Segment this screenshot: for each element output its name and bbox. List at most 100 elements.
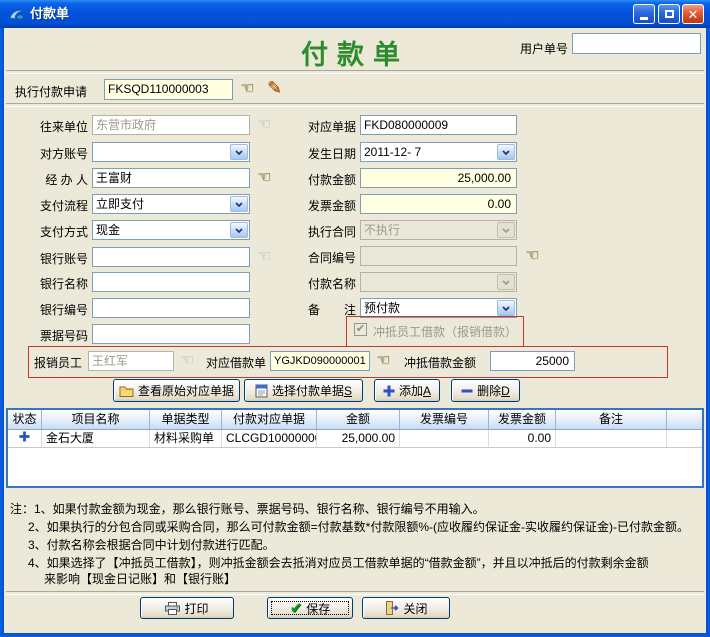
execute-contract-label: 执行合同 [280, 223, 356, 240]
detail-table: 状态 项目名称 单据类型 付款对应单据 金额 发票编号 发票金额 备注 金石大厦… [6, 408, 704, 488]
combo-value: 不执行 [361, 221, 496, 239]
combo-value: 2011-12- 7 [361, 143, 496, 161]
occur-date-combo[interactable]: 2011-12- 7 [360, 142, 517, 162]
occur-date-label: 发生日期 [280, 145, 356, 162]
folder-icon [119, 385, 134, 397]
payment-flow-label: 支付流程 [10, 197, 88, 214]
counterparty-account-label: 对方账号 [10, 145, 88, 162]
chevron-down-icon[interactable] [497, 144, 515, 160]
offset-amount-field[interactable]: 25000 [490, 351, 575, 371]
apply-value: FKSQD110000003 [108, 82, 209, 96]
row-filler-cell [667, 430, 702, 447]
window-border-right [706, 28, 710, 637]
hand-picker-icon[interactable]: ☜ [257, 170, 271, 186]
hand-picker-icon: ☜ [257, 117, 271, 133]
related-doc-label: 对应单据 [280, 118, 356, 135]
maximize-button[interactable] [658, 4, 680, 24]
check-icon: ✔ [356, 323, 365, 335]
add-label: 添加A [399, 382, 431, 399]
col-header-invoice-amount[interactable]: 发票金额 [489, 410, 556, 429]
bank-account-field[interactable] [92, 247, 250, 267]
close-button[interactable]: ✕ [682, 4, 704, 24]
related-doc-field[interactable]: FKD080000009 [360, 115, 517, 135]
view-original-doc-label: 查看原始对应单据 [138, 382, 234, 399]
col-header-amount[interactable]: 金额 [317, 410, 400, 429]
payment-apply-field[interactable]: FKSQD110000003 [104, 79, 233, 100]
payment-name-label: 付款名称 [280, 275, 356, 292]
edit-pencil-icon[interactable]: ✎ [267, 79, 281, 96]
delete-button[interactable]: 删除D [451, 379, 520, 402]
add-button[interactable]: 添加A [374, 379, 440, 402]
note-line: 3、付款名称会根据合同中计划付款进行匹配。 [28, 536, 275, 553]
payment-flow-combo[interactable]: 立即支付 [92, 194, 250, 214]
row-pay-doc-cell: CLCGD100000007 [222, 430, 317, 447]
handler-label: 经 办 人 [10, 171, 88, 188]
chevron-down-icon [497, 222, 515, 238]
col-header-invoice-no[interactable]: 发票编号 [400, 410, 489, 429]
chevron-down-icon [497, 274, 515, 290]
hand-picker-icon[interactable]: ☜ [376, 353, 390, 369]
col-header-filler [667, 410, 702, 429]
combo-value [93, 143, 229, 161]
col-header-project[interactable]: 项目名称 [42, 410, 150, 429]
window-border-left [0, 28, 4, 637]
note-line: 4、如果选择了【冲抵员工借款】，则冲抵金额会去抵消对应员工借款单据的“借款金额”… [28, 554, 649, 571]
minimize-button[interactable] [633, 4, 655, 24]
counterparty-unit-field: 东营市政府 [92, 115, 250, 135]
invoice-amount-field[interactable]: 0.00 [360, 194, 517, 214]
titlebar[interactable]: 付款单 ✕ [0, 0, 710, 28]
hand-picker-icon[interactable]: ☜ [240, 81, 254, 97]
hand-picker-icon: ☜ [257, 249, 271, 265]
combo-value [361, 273, 496, 291]
col-header-doc-type[interactable]: 单据类型 [150, 410, 222, 429]
close-form-label: 关闭 [403, 600, 427, 617]
bank-account-label: 银行账号 [10, 250, 88, 267]
bank-code-field[interactable] [92, 298, 250, 318]
save-button[interactable]: ✔ 保存 [267, 597, 353, 619]
bank-name-field[interactable] [92, 272, 250, 292]
hand-picker-icon[interactable]: ☜ [525, 248, 539, 264]
select-payment-doc-button[interactable]: 选择付款单据S [244, 379, 363, 402]
offset-loan-checkbox-label: 冲抵员工借款（报销借款） [373, 323, 517, 340]
col-header-pay-doc[interactable]: 付款对应单据 [222, 410, 317, 429]
offset-amount-label: 冲抵借款金额 [404, 354, 476, 371]
divider [6, 103, 704, 107]
print-button[interactable]: 打印 [140, 597, 234, 619]
row-amount-cell: 25,000.00 [317, 430, 400, 447]
counterparty-account-combo[interactable] [92, 142, 250, 162]
chevron-down-icon[interactable] [497, 300, 515, 316]
combo-value: 现金 [93, 221, 229, 239]
row-project-cell: 金石大厦 [42, 430, 150, 447]
contract-no-field [360, 246, 517, 266]
user-no-label: 用户单号 [480, 40, 568, 57]
chevron-down-icon[interactable] [230, 196, 248, 212]
col-header-remark[interactable]: 备注 [556, 410, 667, 429]
note-line: 来影响【现金日记账】和【银行账】 [44, 570, 236, 587]
payment-method-combo[interactable]: 现金 [92, 220, 250, 240]
bill-number-field[interactable] [92, 324, 250, 344]
contract-no-label: 合同编号 [280, 249, 356, 266]
col-header-status[interactable]: 状态 [8, 410, 42, 429]
loan-doc-field[interactable]: YGJKD090000001 [270, 351, 370, 371]
remark-combo[interactable]: 预付款 [360, 298, 517, 318]
plus-icon [19, 431, 30, 442]
view-original-doc-button[interactable]: 查看原始对应单据 [113, 379, 240, 402]
loan-doc-label: 对应借款单 [206, 354, 266, 371]
row-remark-cell [556, 430, 667, 447]
apply-label: 执行付款申请 [15, 83, 87, 100]
select-payment-doc-label: 选择付款单据S [272, 382, 352, 399]
user-no-field[interactable] [572, 33, 701, 54]
payment-amount-label: 付款金额 [280, 171, 356, 188]
invoice-amount-value: 0.00 [488, 197, 511, 211]
payment-amount-field[interactable]: 25,000.00 [360, 168, 517, 188]
chevron-down-icon[interactable] [230, 144, 248, 160]
handler-field[interactable]: 王富财 [92, 168, 250, 188]
offset-loan-checkbox: ✔ [354, 323, 367, 336]
close-form-button[interactable]: 关闭 [362, 597, 450, 619]
chevron-down-icon[interactable] [230, 222, 248, 238]
print-label: 打印 [184, 600, 208, 617]
payment-name-combo [360, 272, 517, 292]
bill-number-label: 票据号码 [10, 327, 88, 344]
window-title: 付款单 [30, 0, 69, 28]
table-row[interactable]: 金石大厦 材料采购单 CLCGD100000007 25,000.00 0.00 [8, 430, 702, 448]
